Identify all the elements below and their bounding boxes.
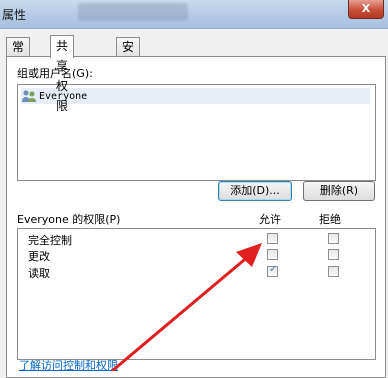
- group-label: 组或用户名(G):: [17, 67, 93, 80]
- permission-name: 更改: [28, 250, 50, 263]
- user-row-everyone[interactable]: Everyone: [21, 88, 370, 104]
- deny-checkbox-read[interactable]: [328, 266, 339, 277]
- permission-name: 读取: [28, 267, 50, 280]
- checkmark-icon: ✓: [269, 264, 278, 275]
- window-title: 属性: [2, 8, 27, 22]
- tab-security[interactable]: 安全: [116, 37, 141, 72]
- permission-row-full-control: 完全控制: [18, 231, 375, 247]
- allow-checkbox-change[interactable]: [267, 249, 278, 260]
- users-icon: [22, 90, 36, 102]
- permission-row-read: 读取 ✓: [18, 264, 375, 280]
- user-list[interactable]: Everyone: [17, 84, 376, 181]
- permission-row-change: 更改: [18, 247, 375, 263]
- deny-checkbox-change[interactable]: [328, 249, 339, 260]
- title-bar: 属性 X: [0, 0, 388, 29]
- remove-button[interactable]: 删除(R): [303, 181, 375, 201]
- permissions-title: Everyone 的权限(P): [17, 213, 121, 226]
- tab-share-permissions[interactable]: 共享权限: [50, 35, 75, 113]
- blurred-background: [78, 3, 188, 21]
- deny-header: 拒绝: [319, 213, 341, 226]
- permissions-table: 完全控制 更改 读取 ✓: [17, 228, 376, 360]
- close-button[interactable]: X: [348, 0, 384, 19]
- add-button[interactable]: 添加(D)...: [218, 181, 292, 201]
- allow-header: 允许: [259, 213, 281, 226]
- deny-checkbox-full-control[interactable]: [328, 233, 339, 244]
- tab-general[interactable]: 常规: [6, 37, 31, 72]
- allow-checkbox-read[interactable]: ✓: [267, 264, 278, 277]
- allow-checkbox-full-control[interactable]: [267, 233, 278, 244]
- permission-name: 完全控制: [28, 234, 72, 247]
